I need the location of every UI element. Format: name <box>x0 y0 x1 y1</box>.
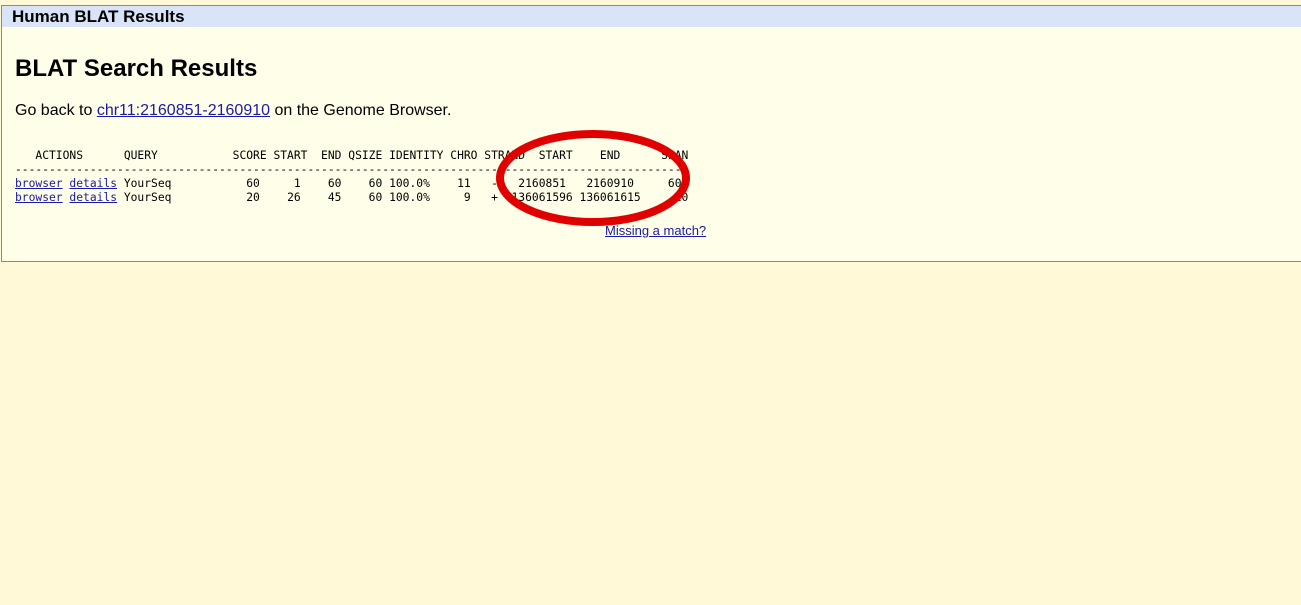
row-values: YourSeq 20 26 45 60 100.0% 9 + 136061596… <box>117 191 689 204</box>
genome-position-link[interactable]: chr11:2160851-2160910 <box>97 102 270 119</box>
go-back-suffix: on the Genome Browser. <box>270 102 452 119</box>
browser-link[interactable]: browser <box>15 191 63 204</box>
browser-link[interactable]: browser <box>15 177 63 190</box>
row-values: YourSeq 60 1 60 60 100.0% 11 - 2160851 2… <box>117 177 682 190</box>
go-back-line: Go back to chr11:2160851-2160910 on the … <box>15 102 451 120</box>
details-link[interactable]: details <box>69 177 117 190</box>
details-link[interactable]: details <box>69 191 117 204</box>
table-row: browser details YourSeq 20 26 45 60 100.… <box>15 191 688 204</box>
table-separator: ----------------------------------------… <box>15 163 689 176</box>
missing-match-link[interactable]: Missing a match? <box>605 223 706 238</box>
blat-results-table: ACTIONS QUERY SCORE START END QSIZE IDEN… <box>15 149 688 205</box>
table-row: browser details YourSeq 60 1 60 60 100.0… <box>15 177 682 190</box>
panel-title: Human BLAT Results <box>2 6 1301 28</box>
go-back-prefix: Go back to <box>15 102 97 119</box>
page-title: BLAT Search Results <box>15 55 258 82</box>
table-header: ACTIONS QUERY SCORE START END QSIZE IDEN… <box>15 149 689 162</box>
